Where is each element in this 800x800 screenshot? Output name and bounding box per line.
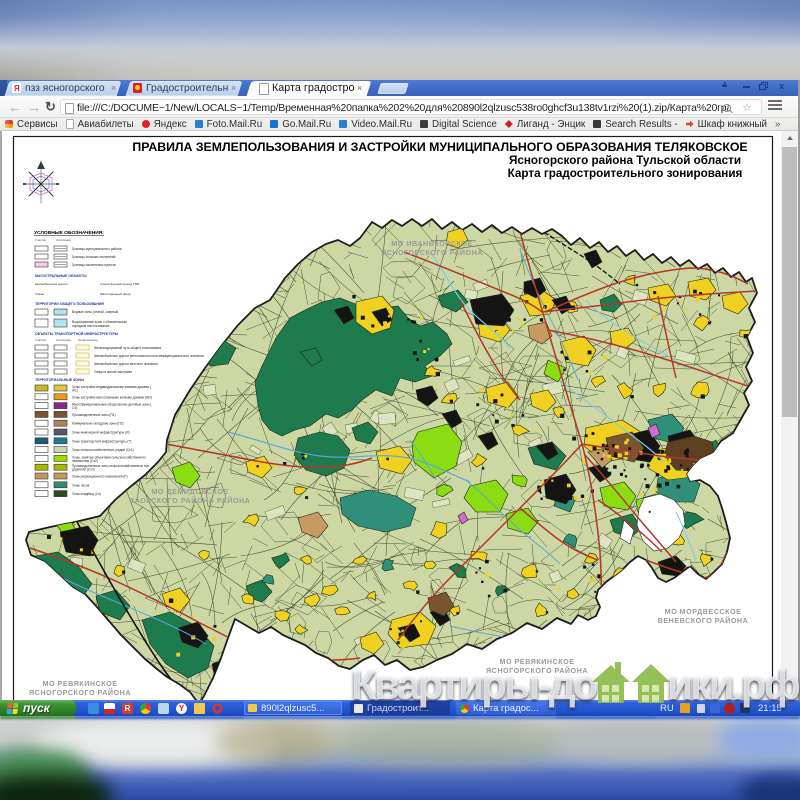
svg-text:О1): О1) xyxy=(72,406,77,410)
svg-text:ВЕНЕВСКОГО РАЙОНА: ВЕНЕВСКОГО РАЙОНА xyxy=(658,616,749,625)
svg-text:Ж1): Ж1) xyxy=(72,389,78,393)
svg-text:Границы муниципального района: Границы муниципального района xyxy=(72,247,122,251)
svg-text:Зоны инженерной инфраструктуры: Зоны инженерной инфраструктуры (И) xyxy=(72,431,130,435)
svg-text:порядком использования: порядком использования xyxy=(72,324,110,328)
svg-text:Автомобильные дороги местного: Автомобильные дороги местного значения xyxy=(94,362,158,366)
svg-text:автомобильные дороги: автомобильные дороги xyxy=(35,282,68,286)
svg-text:Улицы: Улицы xyxy=(35,292,44,296)
svg-text:ЗАОКСКОГО РАЙОНА РАЙОНА: ЗАОКСКОГО РАЙОНА РАЙОНА xyxy=(130,496,251,505)
svg-text:Зоны транспортной инфраструкту: Зоны транспортной инфраструктуры (Т) xyxy=(72,439,131,443)
svg-text:МО ДЕМИДОВСКОЕ: МО ДЕМИДОВСКОЕ xyxy=(151,487,228,496)
svg-text:УСЛОВНЫЕ ОБОЗНАЧЕНИЯ:: УСЛОВНЫЕ ОБОЗНАЧЕНИЯ: xyxy=(34,230,104,236)
svg-text:Железнодорожный путь общего по: Железнодорожный путь общего пользования xyxy=(94,346,161,350)
svg-text:Улицы в жилой застройке: Улицы в жилой застройке xyxy=(94,370,132,374)
svg-text:ТЕРРИТОРИАЛЬНЫЕ ЗОНЫ: ТЕРРИТОРИАЛЬНЫЕ ЗОНЫ xyxy=(35,378,84,382)
svg-text:МАГИСТРАЛЬНЫЕ ОБЪЕКТЫ: МАГИСТРАЛЬНЫЕ ОБЪЕКТЫ xyxy=(35,274,87,278)
svg-text:Состояние: Состояние xyxy=(56,238,71,242)
svg-text:Водные зоны, речной, озерный: Водные зоны, речной, озерный xyxy=(72,310,118,314)
svg-text:Участки: Участки xyxy=(35,338,46,342)
svg-text:дприятий (СхЗ): дприятий (СхЗ) xyxy=(72,468,95,472)
svg-text:Автомобильные дороги региональ: Автомобильные дороги регионального или м… xyxy=(94,354,204,358)
svg-text:МО ИВАНЬКОВСКОЕ: МО ИВАНЬКОВСКОЕ xyxy=(391,239,472,248)
svg-text:ОБЪЕКТЫ ТРАНСПОРТНОЙ ИНФРАСТРУ: ОБЪЕКТЫ ТРАНСПОРТНОЙ ИНФРАСТРУКТУРЫ xyxy=(35,332,119,336)
svg-text:Карта градостроительного зонир: Карта градостроительного зонирования xyxy=(508,167,743,180)
svg-text:назначения (Сх2): назначения (Сх2) xyxy=(72,459,98,463)
svg-text:Зоны сельскохозяйственных угод: Зоны сельскохозяйственных угодий (Сх1) xyxy=(72,448,134,452)
svg-text:Зоны лесов: Зоны лесов xyxy=(72,483,90,487)
svg-text:Коммунально-складские зоны (П2: Коммунально-складские зоны (П2) xyxy=(72,422,124,426)
svg-text:Магистральный фонд: Магистральный фонд xyxy=(100,292,131,296)
svg-text:Существующий проезд ТЯП: Существующий проезд ТЯП xyxy=(100,282,139,286)
svg-text:ЯСНОГОРСКОГО РАЙОНА: ЯСНОГОРСКОГО РАЙОНА xyxy=(29,688,131,697)
svg-text:Зоны рекреационного назначения: Зоны рекреационного назначения (Р) xyxy=(72,475,128,479)
svg-text:Границы сельских поселений: Границы сельских поселений xyxy=(72,255,116,259)
svg-text:МО МОРДВЕССКОЕ: МО МОРДВЕССКОЕ xyxy=(665,607,742,616)
svg-text:Зоны застройки индивидуальными: Зоны застройки индивидуальными жилыми до… xyxy=(72,385,152,389)
svg-text:МО РЕВЯКИНСКОЕ: МО РЕВЯКИНСКОЕ xyxy=(499,657,574,666)
svg-text:Зоны застройки малоэтажными жи: Зоны застройки малоэтажными жилыми домам… xyxy=(72,395,152,399)
svg-text:Границы населенных пунктов: Границы населенных пунктов xyxy=(72,263,116,267)
svg-text:Участки: Участки xyxy=(35,238,46,242)
svg-text:Состояние: Состояние xyxy=(56,338,71,342)
svg-text:МО РЕВЯКИНСКОЕ: МО РЕВЯКИНСКОЕ xyxy=(42,679,117,688)
svg-text:ЯСНОГОРСКОГО РАЙОНА: ЯСНОГОРСКОГО РАЙОНА xyxy=(486,666,588,675)
svg-text:Придорожные: Придорожные xyxy=(78,338,98,342)
svg-text:Многофункциональные общественн: Многофункциональные общественно-деловые … xyxy=(72,403,152,407)
svg-text:ЯСНОГОРСКОГО РАЙОНА: ЯСНОГОРСКОГО РАЙОНА xyxy=(381,248,483,257)
svg-text:Ясногорского района Тульской о: Ясногорского района Тульской области xyxy=(509,154,741,167)
svg-text:ТЕРРИТОРИИ ОБЩЕГО ПОЛЬЗОВАНИЯ: ТЕРРИТОРИИ ОБЩЕГО ПОЛЬЗОВАНИЯ xyxy=(35,302,104,306)
svg-text:Производственные зоны (П1): Производственные зоны (П1) xyxy=(72,413,116,417)
svg-text:ПРАВИЛА ЗЕМЛЕПОЛЬЗОВАНИЯ И ЗАС: ПРАВИЛА ЗЕМЛЕПОЛЬЗОВАНИЯ И ЗАСТРОЙКИ МУН… xyxy=(132,139,747,154)
svg-text:Зоны кладбищ (Сп): Зоны кладбищ (Сп) xyxy=(72,492,101,496)
